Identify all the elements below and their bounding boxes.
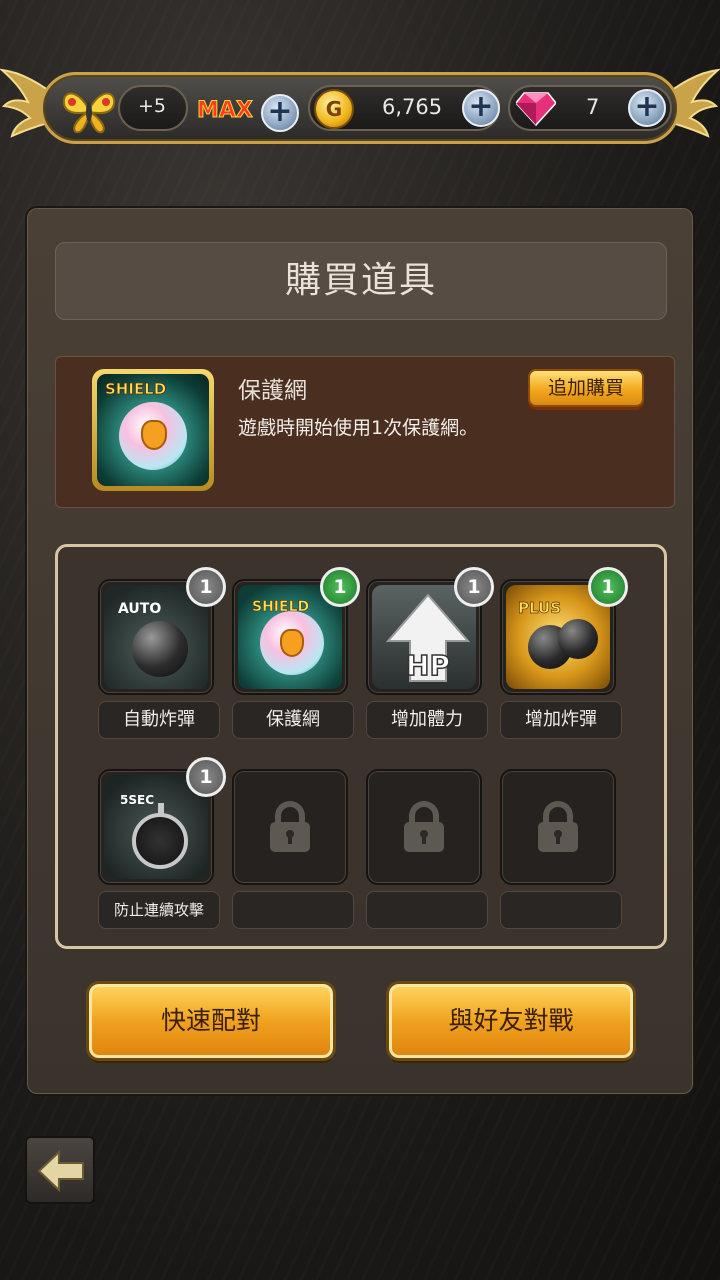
- energy-max-label: MAX: [197, 98, 254, 124]
- lock-icon: [538, 801, 578, 852]
- item-slot-auto-bomb[interactable]: AUTO 1: [98, 567, 226, 695]
- item-purchase-panel: 購買道具 SHIELD 保護網 遊戲時開始使用1次保護網。 追加購買 AUTO …: [25, 206, 695, 1096]
- bomb-plus-icon-text: PLUS: [518, 599, 562, 618]
- energy-plus-value: +5: [138, 95, 167, 117]
- page-title: 購買道具: [284, 260, 437, 301]
- auto-bomb-icon-text: AUTO: [118, 601, 162, 617]
- add-gems-button[interactable]: +: [628, 89, 666, 127]
- selected-item-detail: SHIELD 保護網 遊戲時開始使用1次保護網。 追加購買: [55, 356, 675, 508]
- item-count-badge: 1: [588, 567, 628, 607]
- item-description: 遊戲時開始使用1次保護網。: [238, 417, 479, 439]
- panel-header: 購買道具: [55, 242, 667, 320]
- energy-pill: +5: [118, 85, 188, 131]
- locked-slot: [500, 769, 616, 885]
- item-slot-bomb-plus[interactable]: PLUS 1: [500, 567, 628, 695]
- gem-amount: 7: [586, 95, 600, 119]
- item-count-badge: 1: [454, 567, 494, 607]
- item-count-badge: 1: [186, 567, 226, 607]
- back-button[interactable]: [25, 1136, 95, 1204]
- quick-match-button[interactable]: 快速配對: [89, 984, 333, 1058]
- locked-slot: [366, 769, 482, 885]
- gold-amount: 6,765: [382, 95, 443, 119]
- item-label-bomb-plus: 增加炸彈: [500, 701, 622, 739]
- item-count-badge: 1: [320, 567, 360, 607]
- lock-icon: [270, 801, 310, 852]
- locked-slot-label: [232, 891, 354, 929]
- item-label-stopwatch: 防止連續攻擊: [98, 891, 220, 929]
- item-slot-hp-up[interactable]: HP 1: [366, 567, 494, 695]
- buy-more-button[interactable]: 追加購買: [528, 369, 644, 407]
- add-energy-button[interactable]: +: [261, 94, 299, 132]
- lock-icon: [404, 801, 444, 852]
- auto-bomb-icon: [132, 621, 188, 677]
- shield-icon-text: SHIELD: [105, 380, 167, 399]
- gem-pill: 7 +: [508, 85, 672, 131]
- friend-battle-button[interactable]: 與好友對戰: [389, 984, 633, 1058]
- gold-coin-icon: G: [314, 89, 354, 129]
- item-label-shield: 保護網: [232, 701, 354, 739]
- stopwatch-icon: [132, 813, 188, 869]
- add-gold-button[interactable]: +: [462, 89, 500, 127]
- resource-bar: +5 MAX + G 6,765 + 7 +: [0, 62, 720, 154]
- item-label-hp-up: 增加體力: [366, 701, 488, 739]
- hp-text: HP: [406, 649, 450, 682]
- item-slot-stopwatch[interactable]: 5SEC 1: [98, 757, 226, 885]
- item-label-auto-bomb: 自動炸彈: [98, 701, 220, 739]
- quick-match-label: 快速配對: [160, 1006, 261, 1035]
- hp-up-icon: HP: [385, 593, 471, 683]
- locked-slot-label: [366, 891, 488, 929]
- gold-pill: G 6,765 +: [308, 85, 500, 131]
- shield-icon-text: SHIELD: [252, 599, 310, 616]
- item-count-badge: 1: [186, 757, 226, 797]
- friend-battle-label: 與好友對戰: [448, 1006, 574, 1035]
- locked-slot-label: [500, 891, 622, 929]
- back-arrow-icon: [37, 1150, 84, 1192]
- gold-coin-letter: G: [325, 97, 343, 121]
- ruby-gem-icon: [516, 92, 556, 127]
- shield-icon: SHIELD: [92, 369, 214, 491]
- item-name: 保護網: [238, 378, 307, 404]
- butterfly-icon: [62, 92, 116, 134]
- locked-slot: [232, 769, 348, 885]
- item-slot-grid: AUTO 1 自動炸彈 SHIELD 1 保護網 HP 1 增加體力 PLUS …: [55, 544, 667, 949]
- stopwatch-icon-text: 5SEC: [120, 793, 154, 807]
- item-slot-shield[interactable]: SHIELD 1: [232, 567, 360, 695]
